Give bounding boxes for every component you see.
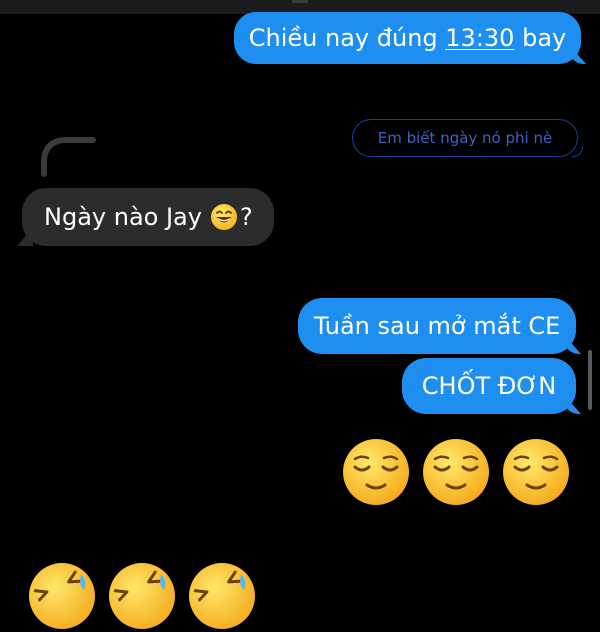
relieved-face-icon[interactable] — [501, 437, 571, 507]
message-text-trail: ? — [239, 203, 253, 231]
message-bubble-sent[interactable]: Tuần sau mở mắt CE — [298, 298, 576, 354]
message-bubble-sent[interactable]: CHỐT ĐƠN — [402, 358, 576, 414]
message-text: Tuần sau mở mắt CE — [313, 312, 561, 340]
relieved-face-icon[interactable] — [421, 437, 491, 507]
message-bubble-received[interactable]: Ngày nào Jay ? — [22, 188, 274, 246]
rolling-on-floor-laughing-face-icon[interactable] — [106, 560, 178, 632]
message-text: Chiều nay đúng 13:30 bay — [249, 26, 566, 50]
reply-connector — [41, 137, 96, 177]
grinning-face-icon — [210, 204, 237, 230]
relieved-face-icon[interactable] — [341, 437, 411, 507]
rolling-on-floor-laughing-face-icon[interactable] — [186, 560, 258, 632]
message-text: Ngày nào Jay — [44, 203, 202, 231]
message-text: CHỐT ĐƠN — [421, 372, 557, 400]
message-text-part: Chiều nay đúng — [248, 24, 446, 52]
drag-handle[interactable] — [292, 0, 308, 3]
time-link[interactable]: 13:30 — [445, 24, 514, 52]
message-bubble-hidden[interactable]: Em biết ngày nó phi nè — [352, 119, 583, 157]
message-text: Em biết ngày nó phi nè — [377, 129, 553, 147]
scroll-indicator[interactable] — [588, 350, 592, 410]
message-bubble-sent[interactable]: Chiều nay đúng 13:30 bay — [234, 12, 581, 64]
rolling-on-floor-laughing-face-icon[interactable] — [26, 560, 98, 632]
message-text-part: bay — [514, 24, 567, 52]
